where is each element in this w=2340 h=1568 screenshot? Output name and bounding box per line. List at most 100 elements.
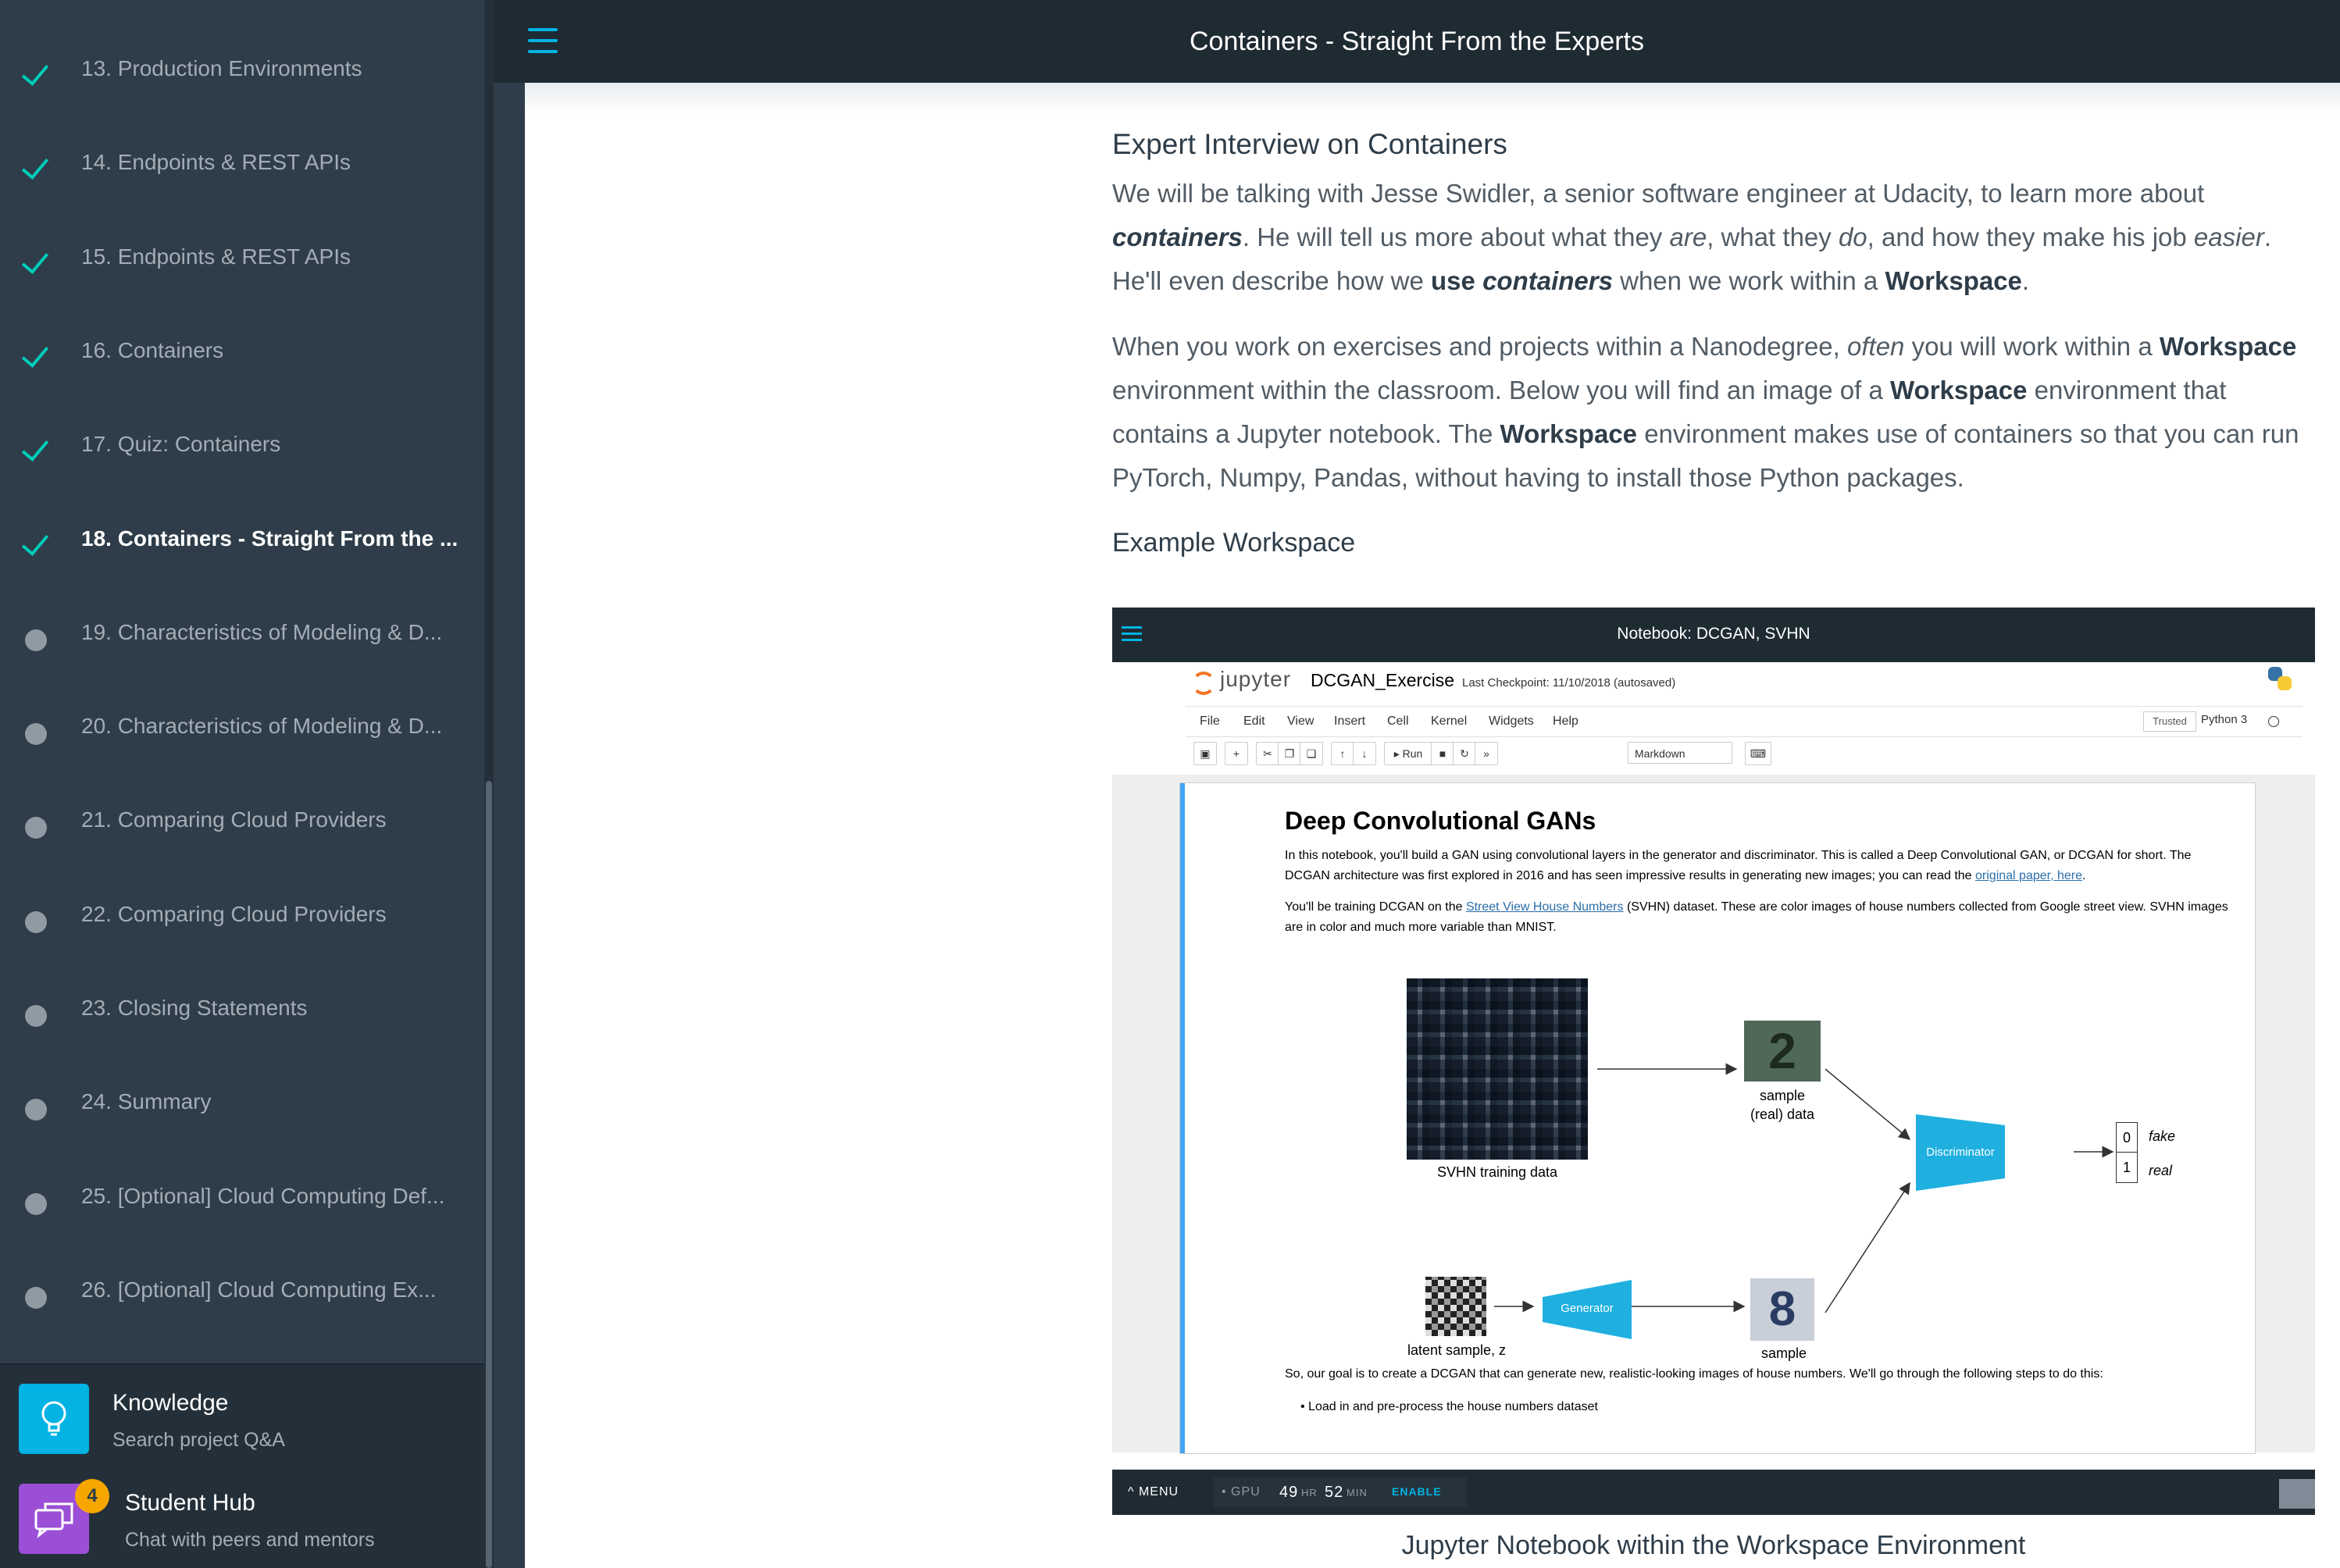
jupyter-header: jupyter DCGAN_Exercise Last Checkpoint: …	[1112, 662, 2315, 706]
kernel-status-icon	[2268, 716, 2279, 727]
markdown-cell: Deep Convolutional GANs In this notebook…	[1179, 782, 2256, 1454]
gpu-text: GPU	[1231, 1485, 1261, 1499]
notebook-list-item-text: Load in and pre-process the house number…	[1308, 1400, 1598, 1413]
notebook-area: Deep Convolutional GANs In this notebook…	[1112, 775, 2315, 1454]
paste-icon: ❏	[1300, 742, 1323, 765]
section-heading: Expert Interview on Containers	[1112, 128, 1507, 160]
copy-icon: ❐	[1278, 742, 1301, 765]
checkmark-icon	[20, 433, 52, 465]
real-label: real	[2149, 1163, 2173, 1178]
student-hub-subtitle: Chat with peers and mentors	[125, 1529, 375, 1551]
save-icon: ▣	[1193, 742, 1217, 765]
add-cell-icon: +	[1225, 742, 1248, 765]
knowledge-link[interactable]: Knowledge Search project Q&A	[0, 1373, 484, 1466]
sidebar-lesson-item[interactable]: 20. Characteristics of Modeling & D...	[0, 684, 484, 778]
original-paper-link: original paper, here	[1975, 869, 2082, 882]
notification-badge: 4	[75, 1479, 109, 1513]
cell-selection-bar	[1180, 783, 1185, 1453]
sidebar-lesson-item[interactable]: 23. Closing Statements	[0, 966, 484, 1060]
workspace-screenshot: Notebook: DCGAN, SVHN jupyter DCGAN_Exer…	[1112, 608, 2315, 1515]
notebook-paragraph-1: In this notebook, you'll build a GAN usi…	[1285, 846, 2238, 886]
lesson-label: 17. Quiz: Containers	[81, 432, 281, 457]
student-hub-title: Student Hub	[125, 1490, 255, 1516]
real-sample-label-1: sample	[1759, 1088, 1806, 1103]
svhn-label: SVHN training data	[1436, 1164, 1558, 1180]
student-hub-link[interactable]: 4 Student Hub Chat with peers and mentor…	[0, 1473, 484, 1566]
checkmark-icon	[20, 58, 52, 89]
move-up-icon: ↑	[1331, 742, 1354, 765]
restart-icon: ↻	[1453, 742, 1476, 765]
dcgan-diagram: SVHN training data 2 sample (real) data …	[1285, 968, 2222, 1361]
sidebar-lesson-item[interactable]: 15. Endpoints & REST APIs	[0, 215, 484, 308]
knowledge-subtitle: Search project Q&A	[112, 1429, 285, 1451]
stop-icon: ■	[1431, 742, 1454, 765]
gpu-label: • GPU	[1222, 1485, 1261, 1499]
sidebar-lesson-item[interactable]: 18. Containers - Straight From the ...	[0, 497, 484, 590]
fast-forward-icon: »	[1475, 742, 1498, 765]
sidebar-lesson-item[interactable]: 22. Comparing Cloud Providers	[0, 872, 484, 966]
output-box-0: 0	[2116, 1122, 2138, 1153]
jupyter-menu-insert: Insert	[1334, 715, 1366, 728]
notebook-paragraph-2: You'll be training DCGAN on the Street V…	[1285, 897, 2238, 938]
svhn-training-image	[1407, 978, 1588, 1160]
lesson-label: 18. Containers - Straight From the ...	[81, 526, 458, 551]
gpu-enable-button: ENABLE	[1392, 1485, 1442, 1498]
jupyter-menu-edit: Edit	[1243, 715, 1265, 728]
gpu-hours-unit: HR	[1301, 1487, 1318, 1499]
nb-p2-text: You'll be training DCGAN on the	[1285, 900, 1466, 914]
knowledge-title: Knowledge	[112, 1390, 229, 1416]
generator-label: Generator	[1561, 1302, 1614, 1315]
jupyter-menu-cell: Cell	[1387, 715, 1409, 728]
fake-sample-label-1: sample	[1760, 1345, 1807, 1361]
gpu-timer: • GPU 49 HR 52 MIN ENABLE	[1214, 1477, 1467, 1507]
jupyter-menu-help: Help	[1553, 715, 1578, 728]
jupyter-menu-widgets: Widgets	[1489, 715, 1534, 728]
page-title: Containers - Straight From the Experts	[1189, 27, 1644, 56]
lesson-label: 13. Production Environments	[81, 56, 362, 80]
lesson-label: 25. [Optional] Cloud Computing Def...	[81, 1183, 445, 1208]
sidebar-lesson-item[interactable]: 24. Summary	[0, 1060, 484, 1153]
incomplete-dot-icon	[20, 715, 52, 747]
sidebar-lesson-item[interactable]: 21. Comparing Cloud Providers	[0, 778, 484, 871]
python-logo-icon	[2267, 665, 2295, 693]
lesson-label: 26. [Optional] Cloud Computing Ex...	[81, 1277, 437, 1302]
real-sample-label-2: (real) data	[1750, 1107, 1815, 1122]
jupyter-menubar: File Edit View Insert Cell Kernel Widget…	[1186, 706, 2303, 737]
real-sample-image: 2	[1744, 1021, 1821, 1082]
cell-type-select: Markdown	[1628, 742, 1732, 764]
sidebar-lesson-item[interactable]: 26. [Optional] Cloud Computing Ex...	[0, 1248, 484, 1342]
lesson-label: 23. Closing Statements	[81, 996, 308, 1020]
sidebar: 13. Production Environments 14. Endpoints…	[0, 0, 484, 1568]
lightbulb-icon	[19, 1384, 89, 1454]
jupyter-wordmark: jupyter	[1220, 667, 1292, 691]
content-shadow	[494, 83, 2340, 114]
sidebar-scroll-thumb[interactable]	[486, 781, 492, 1568]
trusted-indicator: Trusted	[2143, 711, 2196, 732]
sidebar-lesson-item[interactable]: 14. Endpoints & REST APIs	[0, 120, 484, 214]
svhn-link: Street View House Numbers	[1465, 900, 1624, 914]
workspace-menu-label: ^ MENU	[1128, 1485, 1179, 1499]
workspace-right-button	[2279, 1479, 2315, 1509]
incomplete-dot-icon	[20, 1279, 52, 1310]
jupyter-menu-kernel: Kernel	[1431, 715, 1468, 728]
lesson-label: 21. Comparing Cloud Providers	[81, 807, 387, 832]
lesson-label: 14. Endpoints & REST APIs	[81, 150, 351, 175]
sidebar-lesson-item[interactable]: 17. Quiz: Containers	[0, 402, 484, 496]
workspace-menu-text: MENU	[1138, 1485, 1179, 1499]
keyboard-icon: ⌨	[1745, 742, 1771, 765]
sidebar-lesson-item[interactable]: 13. Production Environments	[0, 27, 484, 120]
workspace-title: Notebook: DCGAN, SVHN	[1617, 625, 1810, 643]
sidebar-lesson-item[interactable]: 19. Characteristics of Modeling & D...	[0, 590, 484, 684]
checkmark-icon	[20, 340, 52, 371]
sidebar-lesson-item[interactable]: 25. [Optional] Cloud Computing Def...	[0, 1154, 484, 1248]
jupyter-menu-view: View	[1287, 715, 1314, 728]
notebook-title: Deep Convolutional GANs	[1285, 807, 1596, 835]
fake-sample-image: 8	[1750, 1278, 1814, 1341]
gpu-hours: 49	[1279, 1484, 1299, 1501]
sidebar-lesson-item[interactable]: 16. Containers	[0, 308, 484, 402]
jupyter-toolbar: ▣ + ✂ ❐ ❏ ↑ ↓ ▸ Run ■ ↻ » Markdown ⌨	[1186, 740, 2303, 767]
incomplete-dot-icon	[20, 1091, 52, 1122]
lesson-label: 15. Endpoints & REST APIs	[81, 244, 351, 269]
topbar: Containers - Straight From the Experts	[494, 0, 2340, 83]
left-gutter	[494, 83, 525, 1568]
